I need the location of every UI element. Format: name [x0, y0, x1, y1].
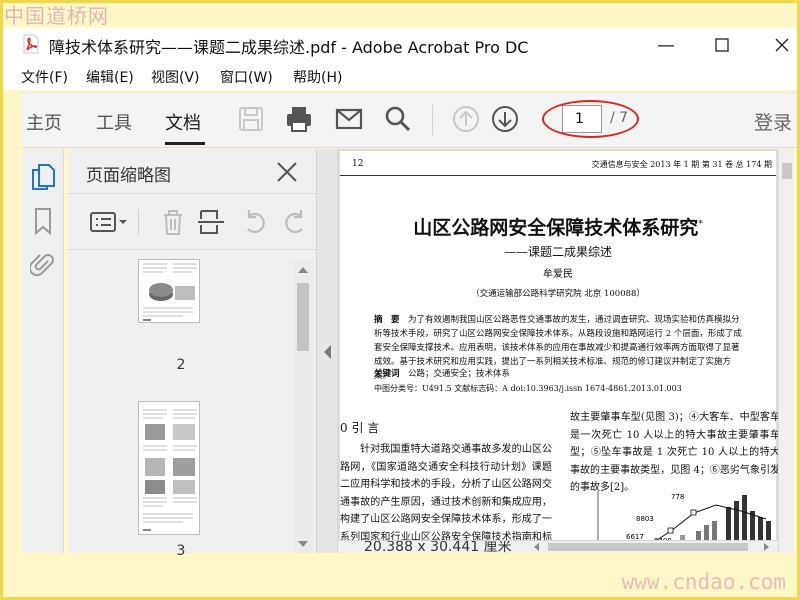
site-watermark-top: 中国道桥网 — [4, 4, 109, 28]
menu-bar: 文件(F) 编辑(E) 视图(V) 窗口(W) 帮助(H) — [3, 62, 797, 90]
panel-divider — [68, 193, 316, 194]
scroll-thumb[interactable] — [297, 283, 309, 351]
thumbnail-scrollbar[interactable] — [294, 261, 312, 553]
menu-edit[interactable]: 编辑(E) — [86, 67, 134, 87]
annotation-highlight-ellipse — [542, 100, 639, 138]
tab-document[interactable]: 文档 — [165, 109, 201, 135]
site-watermark-bottom: www.cndao.com — [621, 570, 786, 594]
thumbnail-options-icon[interactable] — [88, 207, 128, 237]
rotate-right-icon[interactable] — [280, 207, 310, 237]
print-icon[interactable] — [284, 104, 314, 134]
toolbar-separator — [432, 105, 433, 135]
scroll-right-arrow[interactable] — [764, 543, 769, 551]
attachments-icon[interactable] — [22, 247, 64, 283]
scroll-up-arrow[interactable] — [298, 267, 308, 273]
tab-home[interactable]: 主页 — [26, 109, 62, 135]
panel-toolbar-separator — [138, 209, 139, 235]
header-rule — [340, 175, 776, 176]
minimize-button[interactable]: — — [651, 30, 681, 60]
active-tab-indicator — [165, 142, 205, 145]
close-window-button[interactable] — [767, 30, 797, 60]
menu-file[interactable]: 文件(F) — [21, 67, 68, 87]
scroll-down-arrow[interactable] — [298, 541, 308, 547]
body-column-left: 针对我国重特大道路交通事故多发的山区公路网，《国家道路交通安全科技行动计划》课题… — [340, 444, 552, 553]
page-thumbnail-2[interactable] — [138, 259, 200, 323]
panel-splitter[interactable] — [316, 149, 338, 553]
pdf-file-icon — [23, 34, 39, 54]
extract-pages-icon[interactable] — [196, 207, 226, 237]
menu-help[interactable]: 帮助(H) — [293, 67, 342, 87]
article-keywords: 关键词 公路；交通安全；技术体系 — [374, 369, 511, 379]
collapse-panel-arrow[interactable] — [324, 345, 331, 359]
page-header-number: 12 — [352, 159, 364, 169]
document-vertical-scrollbar[interactable] — [778, 149, 794, 553]
article-author: 牟爱民 — [543, 269, 573, 280]
login-link[interactable]: 登录 — [754, 108, 792, 135]
thumbnail-preview — [143, 409, 197, 531]
panel-title: 页面缩略图 — [86, 166, 171, 186]
scroll-left-arrow[interactable] — [534, 543, 539, 551]
scroll-thumb[interactable] — [782, 163, 792, 179]
status-bar: 20.388 x 30.441 厘米 — [338, 540, 778, 553]
horizontal-scroll-thumb[interactable] — [548, 543, 748, 551]
page-size-readout: 20.388 x 30.441 厘米 — [364, 540, 512, 553]
search-icon[interactable] — [383, 104, 413, 134]
page-thumbnails-icon[interactable] — [22, 159, 64, 195]
email-icon[interactable] — [334, 104, 364, 134]
delete-page-icon[interactable] — [158, 207, 188, 237]
article-subtitle: ——课题二成果综述 — [503, 245, 612, 259]
menu-window[interactable]: 窗口(W) — [220, 67, 273, 87]
pdf-page: 12 交通信息与安全 2013 年 1 期 第 31 卷 总 174 期 山区公… — [340, 151, 778, 553]
thumbnail-page-number: 3 — [176, 543, 186, 559]
tab-tools[interactable]: 工具 — [96, 109, 132, 135]
document-viewport[interactable]: 12 交通信息与安全 2013 年 1 期 第 31 卷 总 174 期 山区公… — [338, 149, 778, 553]
close-icon — [775, 38, 789, 52]
page-header-journal: 交通信息与安全 2013 年 1 期 第 31 卷 总 174 期 — [591, 160, 772, 169]
bookmarks-icon[interactable] — [22, 203, 64, 239]
menu-view[interactable]: 视图(V) — [151, 67, 200, 87]
body-column-right: 故主要肇事车型(见图 3)；④大客车、中型客车是一次死亡 10 人以上的特大事故… — [570, 412, 778, 493]
window-title: 障技术体系研究——课题二成果综述.pdf - Adobe Acrobat Pro… — [49, 38, 529, 57]
article-affiliation: （交通运输部公路科学研究院 北京 100088） — [471, 289, 645, 299]
article-title: 山区公路网安全保障技术体系研究* — [413, 217, 703, 239]
thumbnail-preview — [143, 263, 197, 321]
article-classification: 中图分类号：U491.5 文献标志码：A doi:10.3963/j.issn … — [374, 384, 682, 393]
left-navigation-rail — [22, 149, 64, 553]
maximize-button[interactable] — [707, 30, 737, 60]
thumbnails-panel: 页面缩略图 2 3 — [68, 149, 316, 559]
panel-divider — [68, 249, 316, 250]
previous-page-icon[interactable] — [451, 104, 481, 134]
section-heading: 0 引 言 — [340, 421, 380, 435]
thumbnail-page-number: 2 — [176, 357, 186, 373]
next-page-icon[interactable] — [490, 104, 520, 134]
maximize-icon — [715, 38, 729, 52]
save-icon[interactable] — [236, 104, 266, 134]
rotate-left-icon[interactable] — [240, 207, 270, 237]
title-bar: 障技术体系研究——课题二成果综述.pdf - Adobe Acrobat Pro… — [3, 28, 797, 62]
main-toolbar: 主页 工具 文档 1 / 7 登录 — [22, 92, 797, 148]
fig-label: 778 — [671, 493, 684, 501]
close-panel-icon[interactable] — [274, 159, 300, 185]
page-thumbnail-3[interactable] — [138, 401, 200, 535]
fig-label: 8803 — [636, 515, 654, 523]
